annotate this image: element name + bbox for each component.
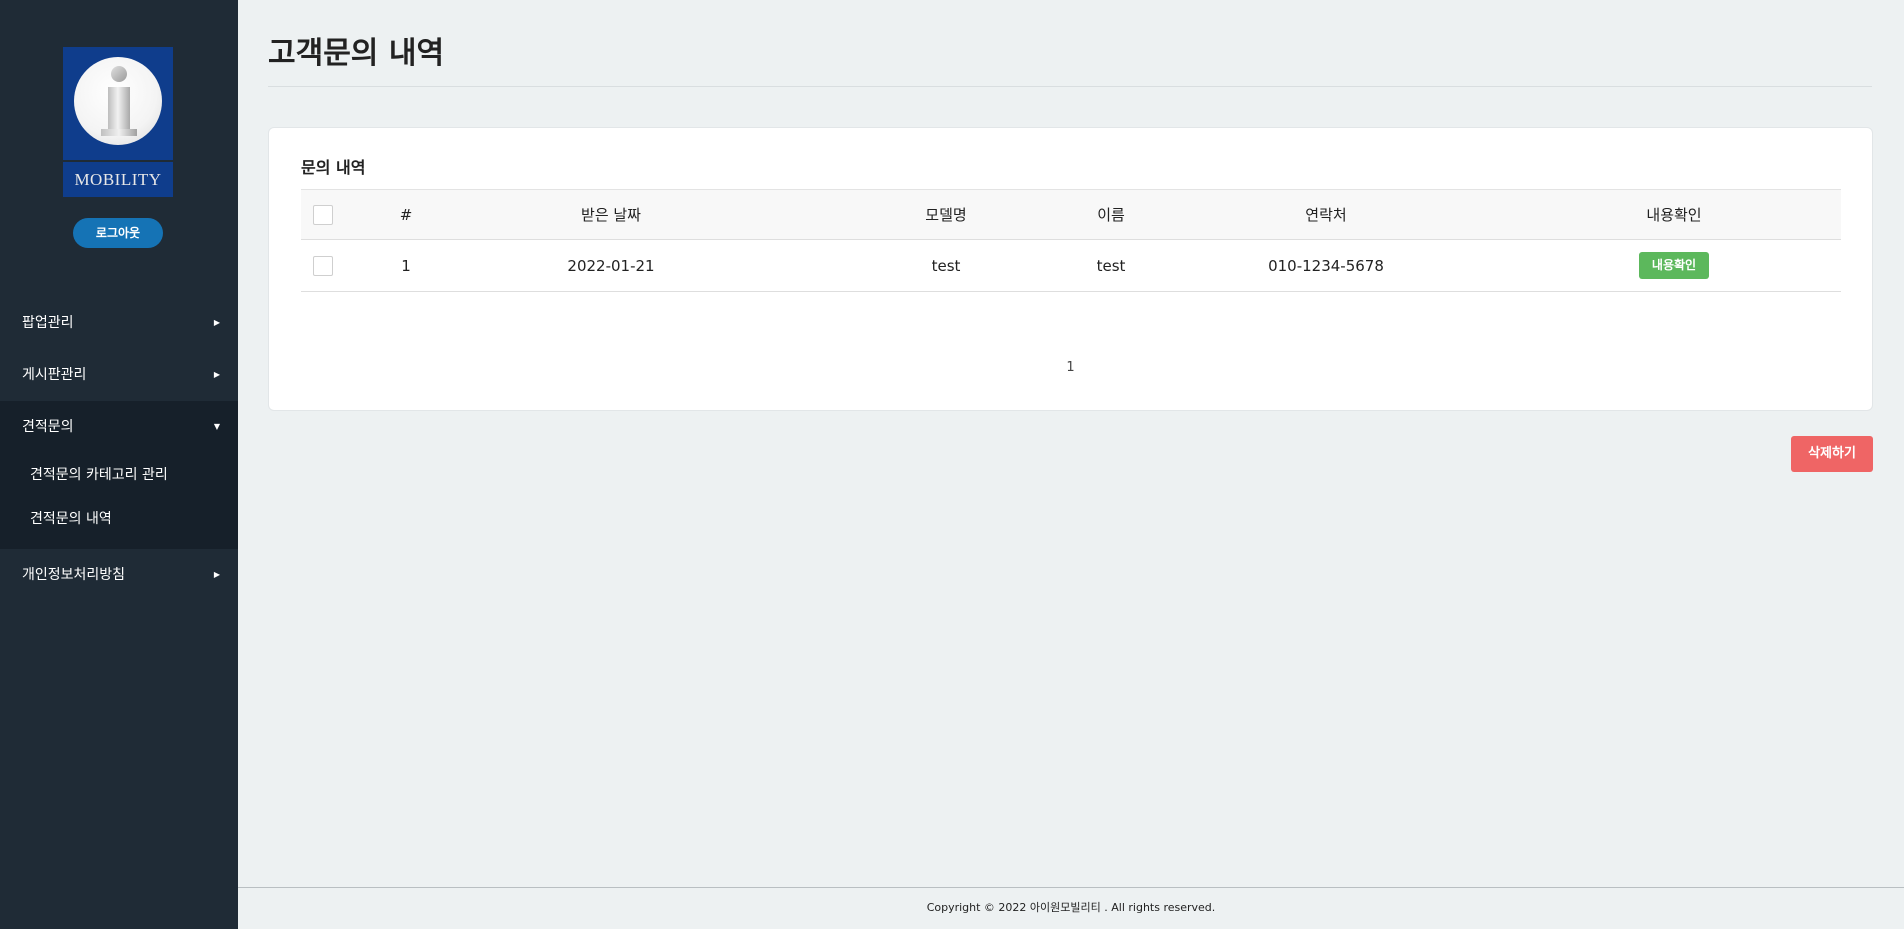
sidebar-item-board[interactable]: 게시판관리 ▶ <box>0 349 238 401</box>
footer: Copyright © 2022 아이원모빌리티 . All rights re… <box>238 887 1904 929</box>
cell-model: test <box>931 256 961 275</box>
company-logo[interactable]: MOBILITY <box>63 47 173 197</box>
sidebar-item-popup[interactable]: 팝업관리 ▶ <box>0 297 238 349</box>
sidebar: MOBILITY 로그아웃 팝업관리 ▶ 게시판관리 ▶ 견적문의 ▼ 견적문의… <box>0 0 238 929</box>
caret-down-icon: ▼ <box>213 422 220 431</box>
submenu-item-history[interactable]: 견적문의 내역 <box>0 497 238 541</box>
cell-phone: 010-1234-5678 <box>1268 256 1384 275</box>
table-header: # 받은 날짜 모델명 이름 연락처 내용확인 <box>301 189 1841 240</box>
caret-right-icon: ▶ <box>213 318 220 327</box>
cell-name: test <box>1096 256 1126 275</box>
sidebar-item-label: 견적문의 <box>22 419 74 435</box>
sidebar-item-privacy[interactable]: 개인정보처리방침 ▶ <box>0 549 238 601</box>
column-header-date: 받은 날짜 <box>581 206 641 224</box>
page-link-1[interactable]: 1 <box>1066 360 1074 375</box>
page-title: 고객문의 내역 <box>268 36 445 71</box>
row-checkbox[interactable] <box>312 255 333 276</box>
column-header-phone: 연락처 <box>1305 206 1347 224</box>
delete-button[interactable]: 삭제하기 <box>1791 436 1873 472</box>
logo-emblem <box>63 47 173 160</box>
inquiry-card: 문의 내역 # 받은 날짜 모델명 이름 연락처 내용확인 1 2022-01-… <box>268 127 1873 411</box>
view-content-button[interactable]: 내용확인 <box>1638 252 1710 279</box>
table-row: 1 2022-01-21 test test 010-1234-5678 내용확… <box>301 240 1841 292</box>
logout-button[interactable]: 로그아웃 <box>73 218 163 248</box>
select-all-checkbox[interactable] <box>312 204 333 225</box>
column-header-name: 이름 <box>1097 206 1125 224</box>
sidebar-item-estimate[interactable]: 견적문의 ▼ <box>0 401 238 453</box>
inquiry-table: # 받은 날짜 모델명 이름 연락처 내용확인 1 2022-01-21 tes… <box>301 189 1841 292</box>
column-header-number: # <box>399 205 413 224</box>
estimate-submenu: 견적문의 카테고리 관리 견적문의 내역 <box>0 453 238 549</box>
cell-number: 1 <box>401 256 411 275</box>
logo-i-icon <box>74 57 162 145</box>
logo-text: MOBILITY <box>63 162 173 197</box>
caret-right-icon: ▶ <box>213 570 220 579</box>
cell-date: 2022-01-21 <box>567 256 655 275</box>
column-header-view: 내용확인 <box>1646 206 1702 224</box>
card-title: 문의 내역 <box>301 158 366 177</box>
sidebar-item-label: 팝업관리 <box>22 315 74 331</box>
sidebar-item-label: 개인정보처리방침 <box>22 567 126 583</box>
copyright-text: Copyright © 2022 아이원모빌리티 . All rights re… <box>926 901 1216 914</box>
title-divider <box>268 86 1872 87</box>
caret-right-icon: ▶ <box>213 370 220 379</box>
sidebar-item-label: 게시판관리 <box>22 367 87 383</box>
submenu-item-category[interactable]: 견적문의 카테고리 관리 <box>0 453 238 497</box>
column-header-model: 모델명 <box>925 206 967 224</box>
pagination: 1 <box>269 360 1872 375</box>
sidebar-menu: 팝업관리 ▶ 게시판관리 ▶ 견적문의 ▼ 견적문의 카테고리 관리 견적문의 … <box>0 297 238 601</box>
